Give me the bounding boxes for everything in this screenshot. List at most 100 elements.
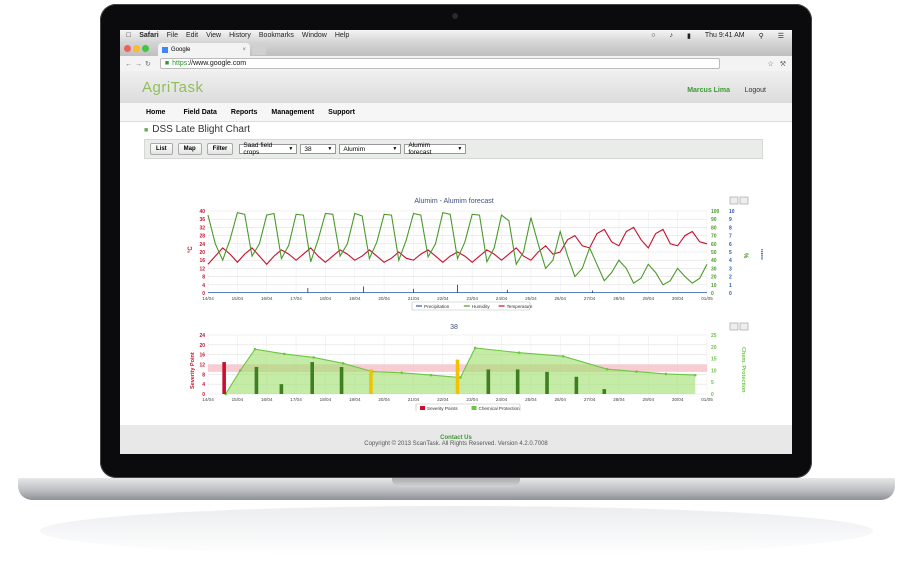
chart2-legend-swatch bbox=[471, 406, 477, 410]
browser-tab[interactable]: Google × bbox=[158, 43, 250, 56]
page-title-text: DSS Late Blight Chart bbox=[152, 124, 251, 135]
nav-field-data[interactable]: Field Data bbox=[183, 109, 216, 116]
severity-bar bbox=[254, 366, 259, 394]
close-tab-icon[interactable]: × bbox=[242, 47, 246, 53]
chart1-ylabel-humidity: % bbox=[742, 253, 748, 259]
chart1-ytick-left: 12 bbox=[199, 266, 205, 272]
plot-select[interactable]: 38 ▼ bbox=[300, 144, 337, 154]
user-name[interactable]: Marcus Lima bbox=[687, 87, 730, 94]
chart2-ytick-left: 8 bbox=[202, 372, 205, 378]
severity-bar bbox=[339, 366, 344, 394]
chart1-xtick: 24/04 bbox=[496, 296, 508, 301]
bookmark-star-icon[interactable]: ☆ bbox=[767, 60, 773, 68]
chart1-ytick-rain: 8 bbox=[729, 225, 732, 231]
chart2-ytick-left: 16 bbox=[199, 353, 205, 359]
severity-bar bbox=[486, 369, 491, 394]
chart1-export-icon bbox=[739, 196, 749, 205]
chart1-ytick-left: 32 bbox=[199, 225, 205, 231]
menu-file[interactable]: File bbox=[167, 32, 178, 39]
chart2-xtick: 20/04 bbox=[378, 397, 390, 402]
chart1-ytick-left: 36 bbox=[199, 217, 205, 223]
plot-select-value: 38 bbox=[304, 145, 312, 153]
chemical-protection-point bbox=[253, 347, 257, 351]
filter-button[interactable]: Filter bbox=[206, 143, 234, 155]
chart2-xtick: 15/04 bbox=[232, 397, 244, 402]
chart2-xtick: 25/04 bbox=[525, 397, 537, 402]
chart1-ytick-humidity: 60 bbox=[711, 242, 717, 248]
chart2-ytick-right: 25 bbox=[711, 333, 717, 339]
chart1-xtick: 29/04 bbox=[643, 296, 655, 301]
chart2-ytick-left: 12 bbox=[199, 363, 205, 369]
chart1-xtick: 26/04 bbox=[554, 296, 566, 301]
chart1-ytick-left: 20 bbox=[199, 250, 205, 256]
browser-tools: ☆ ⚒ bbox=[767, 60, 786, 68]
map-button[interactable]: Map bbox=[177, 143, 202, 155]
nav-management[interactable]: Management bbox=[271, 109, 314, 116]
chart1-xtick: 19/04 bbox=[349, 296, 361, 301]
app-header: AgriTask Marcus Lima Logout bbox=[120, 71, 792, 103]
agritask-logo[interactable]: AgriTask bbox=[142, 79, 204, 96]
menu-window[interactable]: Window bbox=[302, 32, 327, 39]
severity-bar bbox=[369, 369, 373, 394]
chart1-ytick-rain: 2 bbox=[729, 275, 732, 281]
minimize-window-icon[interactable] bbox=[133, 45, 140, 52]
nav-support[interactable]: Support bbox=[328, 109, 355, 116]
wifi-icon[interactable]: ○ bbox=[651, 32, 655, 39]
chart1-xtick: 16/04 bbox=[261, 296, 273, 301]
logout-link[interactable]: Logout bbox=[745, 87, 766, 94]
charts-panel: Alumim - Alumim forecast 0 4 8 12 16 20 24 28 32 3… bbox=[144, 161, 765, 413]
menu-bookmarks[interactable]: Bookmarks bbox=[259, 32, 294, 39]
chemical-protection-point bbox=[459, 376, 462, 379]
nav-home[interactable]: Home bbox=[146, 109, 165, 116]
laptop-stage:  Safari File Edit View History Bookmark… bbox=[0, 0, 913, 570]
chart1-ytick-rain: 10 bbox=[729, 209, 735, 215]
battery-icon[interactable]: ▮ bbox=[687, 32, 691, 40]
chart2-xtick: 23/04 bbox=[466, 397, 478, 402]
chart2-xtick: 28/04 bbox=[613, 397, 625, 402]
volume-icon[interactable]: ♪ bbox=[670, 32, 674, 39]
chart1-ytick-left: 16 bbox=[199, 258, 205, 264]
menu-help[interactable]: Help bbox=[335, 32, 349, 39]
chart1-ytick-rain: 3 bbox=[729, 266, 732, 272]
chart1-ytick-rain: 1 bbox=[729, 283, 732, 289]
chart2-xtick: 17/04 bbox=[290, 397, 302, 402]
severity-bar bbox=[545, 371, 549, 394]
nav-reports[interactable]: Reports bbox=[231, 109, 257, 116]
station-select[interactable]: Alumim ▼ bbox=[339, 144, 402, 154]
menubar-clock[interactable]: Thu 9:41 AM bbox=[705, 32, 745, 39]
chart2-ylabel-left: Severity Point bbox=[190, 352, 196, 389]
url-scheme: https bbox=[172, 60, 188, 67]
status-area: ○ ♪ ▮ Thu 9:41 AM ⚲ ☰ bbox=[643, 32, 784, 40]
menu-history[interactable]: History bbox=[229, 32, 251, 39]
chart2-legend-label: Chemical Protection bbox=[479, 406, 521, 411]
apple-icon[interactable]:  bbox=[126, 32, 131, 39]
menu-edit[interactable]: Edit bbox=[186, 32, 198, 39]
chemical-protection-point bbox=[312, 356, 315, 359]
camera-icon bbox=[452, 13, 458, 19]
new-tab-button[interactable] bbox=[252, 45, 266, 55]
chart2-legend-swatch bbox=[420, 406, 425, 410]
menu-view[interactable]: View bbox=[206, 32, 221, 39]
back-forward-icon[interactable]: ←→↻ bbox=[125, 60, 154, 68]
zoom-window-icon[interactable] bbox=[142, 45, 149, 52]
chart1-ytick-rain: 5 bbox=[729, 250, 732, 256]
chevron-down-icon: ▼ bbox=[288, 146, 294, 152]
crop-select[interactable]: Saad field crops ▼ bbox=[239, 142, 298, 156]
menu-app-name[interactable]: Safari bbox=[139, 32, 158, 39]
filter-toolbar: List Map Filter Saad field crops ▼ 38 ▼ Al… bbox=[144, 139, 763, 159]
chart1-ytick-left: 24 bbox=[199, 242, 205, 248]
address-bar[interactable]: ■ https ://www.google.com bbox=[159, 58, 720, 69]
list-button[interactable]: List bbox=[150, 143, 173, 155]
chemical-protection-point bbox=[400, 371, 404, 375]
forecast-select[interactable]: Alumim forecast ▼ bbox=[404, 142, 467, 156]
page-title: ■ DSS Late Blight Chart bbox=[144, 124, 250, 135]
close-window-icon[interactable] bbox=[124, 45, 131, 52]
chart1-legend-label: Temperature bbox=[507, 304, 533, 309]
chart2-ytick-left: 20 bbox=[199, 343, 205, 349]
forecast-select-value: Alumim forecast bbox=[408, 142, 432, 156]
notification-icon[interactable]: ☰ bbox=[778, 32, 784, 40]
wrench-icon[interactable]: ⚒ bbox=[780, 60, 786, 68]
chart2-ytick-left: 4 bbox=[202, 382, 205, 388]
spotlight-icon[interactable]: ⚲ bbox=[759, 32, 764, 40]
chart1-xtick: 25/04 bbox=[525, 296, 537, 301]
